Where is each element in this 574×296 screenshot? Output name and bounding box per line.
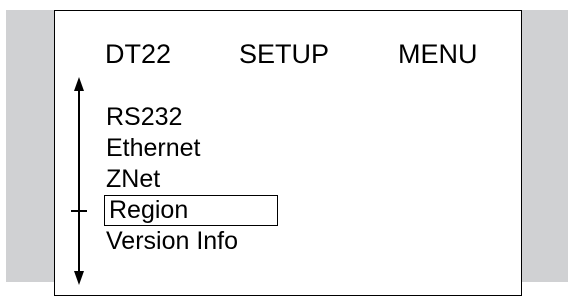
menu-item-rs232[interactable]: RS232	[104, 102, 324, 133]
menu-item-label: Version Info	[106, 227, 239, 255]
menu-item-region[interactable]: Region	[104, 195, 278, 226]
menu-item-version-info[interactable]: Version Info	[104, 226, 324, 257]
device-name: DT22	[105, 39, 172, 69]
screen-title: SETUP	[239, 39, 330, 69]
menu-item-ethernet[interactable]: Ethernet	[104, 133, 324, 164]
lcd-panel: DT22 SETUP MENU RS232 Ethernet ZNet Regi…	[54, 10, 522, 296]
menu-item-znet[interactable]: ZNet	[104, 164, 324, 195]
menu-item-label: RS232	[106, 103, 183, 131]
scrollbar[interactable]	[69, 77, 89, 285]
menu-item-label: Region	[109, 196, 189, 224]
up-down-arrow-icon	[71, 77, 87, 285]
menu-item-label: ZNet	[106, 165, 161, 193]
menu-title: MENU	[398, 39, 478, 69]
setup-menu: RS232 Ethernet ZNet Region Version Info	[104, 102, 324, 257]
menu-item-label: Ethernet	[106, 134, 201, 162]
